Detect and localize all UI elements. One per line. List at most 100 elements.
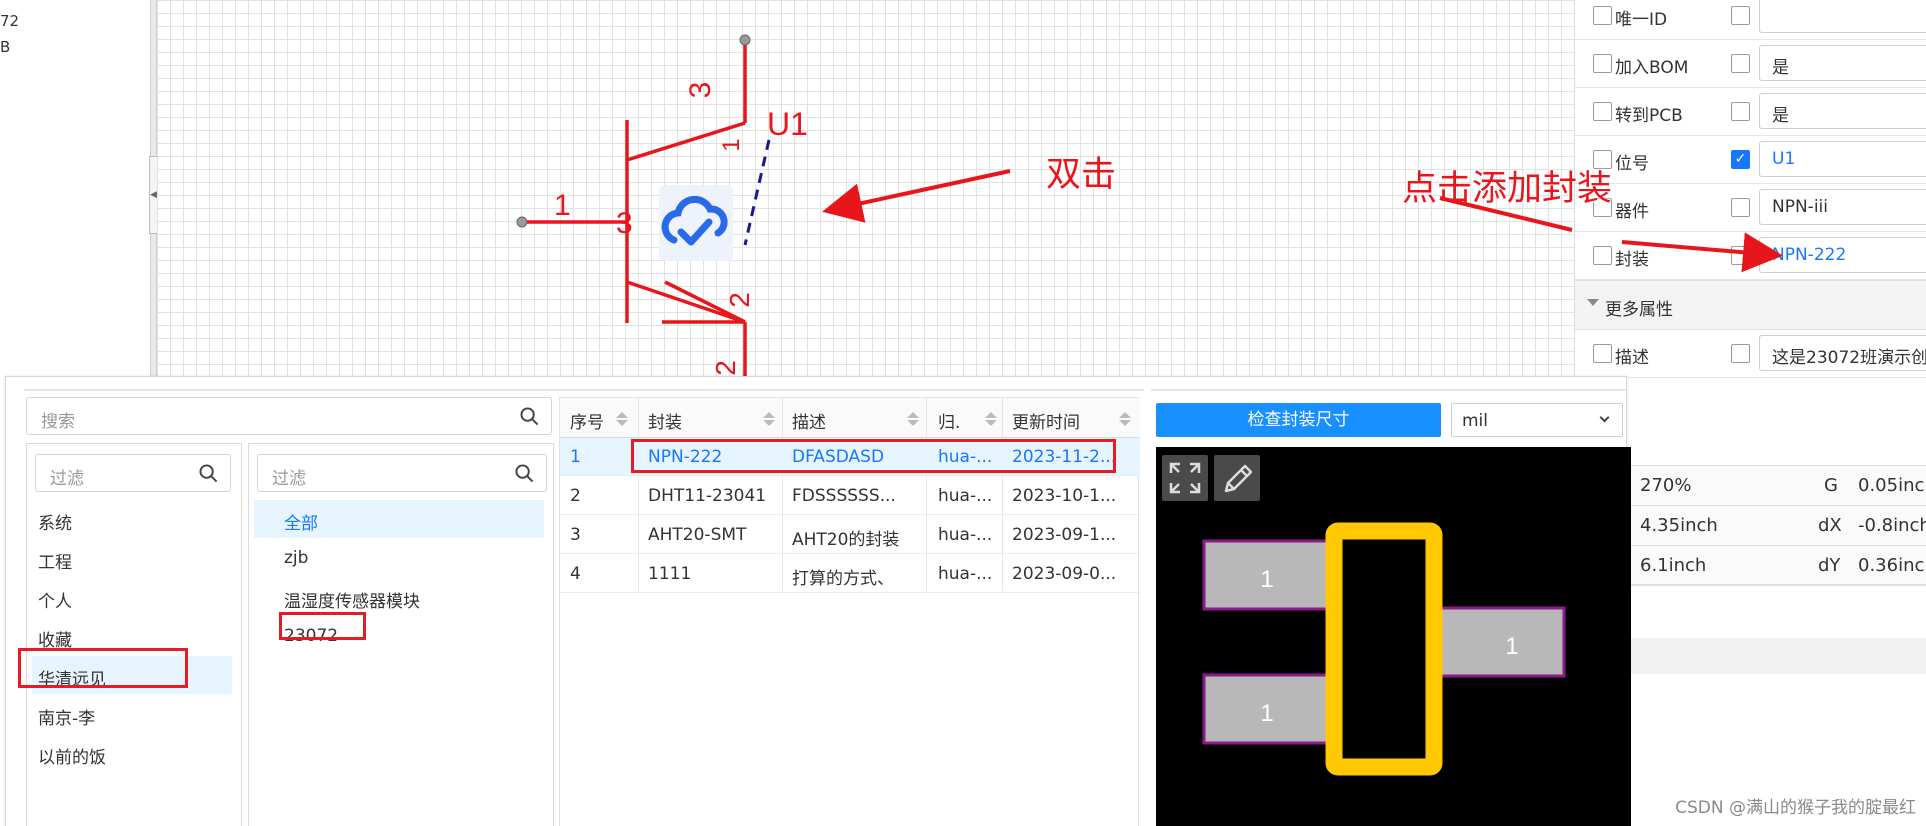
annotation-double-click: 双击 — [1046, 155, 1117, 195]
search-icon[interactable] — [199, 464, 218, 483]
status-y-value: 6.1inch — [1640, 555, 1707, 576]
prop-value-footprint[interactable]: NPN-222 — [1759, 237, 1926, 273]
cell-owner: hua-... — [938, 486, 993, 506]
prop-value-unique-id[interactable] — [1759, 0, 1926, 33]
prop-value-designator[interactable]: U1 — [1759, 141, 1926, 177]
category-item[interactable]: 南京-李 — [32, 695, 232, 733]
cell-description: FDSSSSSS... — [792, 486, 896, 506]
prop-checkbox-to-pcb[interactable] — [1593, 102, 1612, 121]
cell-updated: 2023-09-0... — [1012, 564, 1117, 584]
column-header-index[interactable]: 序号 — [570, 408, 604, 433]
pin-number-bottom: 2 — [710, 360, 741, 376]
prop-label-device: 器件 — [1615, 202, 1649, 222]
table-row[interactable]: 4 1111 打算的方式、 hua-... 2023-09-0... — [560, 555, 1140, 593]
prop-visible-checkbox-description[interactable] — [1731, 344, 1750, 363]
status-x-value: 4.35inch — [1640, 515, 1718, 536]
search-placeholder: 搜索 — [41, 412, 75, 432]
filter-placeholder: 过滤 — [50, 469, 84, 489]
prop-checkbox-footprint[interactable] — [1593, 246, 1612, 265]
column-header-owner[interactable]: 归. — [938, 408, 960, 433]
prop-checkbox-unique-id[interactable] — [1593, 6, 1612, 25]
prop-label-description: 描述 — [1615, 348, 1649, 368]
prop-value-to-pcb[interactable]: 是 — [1759, 93, 1926, 129]
sort-icon[interactable] — [984, 411, 998, 427]
sort-icon[interactable] — [615, 411, 629, 427]
prop-row-footprint: 封装 NPN-222 — [1575, 232, 1926, 280]
pin-number-emitter: 2 — [724, 292, 755, 308]
search-input[interactable]: 搜索 — [26, 397, 552, 435]
prop-visible-checkbox-device[interactable] — [1731, 198, 1750, 217]
cell-index: 3 — [570, 525, 581, 545]
status-key: dX — [1818, 515, 1842, 536]
sort-icon[interactable] — [762, 411, 776, 427]
prop-row-description: 描述 这是23072班演示创 — [1575, 330, 1926, 378]
cloud-sync-icon — [659, 185, 733, 261]
search-icon[interactable] — [520, 407, 539, 426]
footprint-drawing: 1 1 1 — [1202, 522, 1566, 776]
filter-placeholder: 过滤 — [272, 469, 306, 489]
prop-visible-checkbox-footprint[interactable] — [1731, 246, 1750, 265]
prop-label-to-pcb: 转到PCB — [1615, 106, 1683, 126]
prop-checkbox-description[interactable] — [1593, 344, 1612, 363]
pencil-icon[interactable] — [1214, 455, 1260, 501]
cell-updated: 2023-10-1... — [1012, 486, 1117, 506]
category-item[interactable]: 工程 — [32, 539, 232, 577]
prop-label-footprint: 封装 — [1615, 250, 1649, 270]
cell-updated: 2023-09-1... — [1012, 525, 1117, 545]
pin-number-top: 3 — [684, 82, 717, 99]
library-filter-input[interactable]: 过滤 — [257, 454, 547, 492]
unit-select-value: mil — [1462, 411, 1489, 431]
status-zoom-value: 270% — [1640, 475, 1692, 496]
prop-visible-checkbox-unique-id[interactable] — [1731, 6, 1750, 25]
pad-number: 1 — [1260, 566, 1273, 593]
table-row[interactable]: 2 DHT11-23041 FDSSSSSS... hua-... 2023-1… — [560, 477, 1140, 515]
category-item[interactable]: 以前的饭 — [32, 734, 232, 772]
pad-number: 1 — [1260, 700, 1273, 727]
sort-icon[interactable] — [906, 411, 920, 427]
table-row[interactable]: 3 AHT20-SMT AHT20的封装 hua-... 2023-09-1..… — [560, 516, 1140, 554]
column-header-description[interactable]: 描述 — [792, 408, 826, 433]
category-item[interactable]: 系统 — [32, 500, 232, 538]
status-key: G — [1824, 475, 1838, 496]
prop-value-description[interactable]: 这是23072班演示创 — [1759, 335, 1926, 371]
fullscreen-icon[interactable] — [1162, 455, 1208, 501]
prop-row-designator: 位号 ✓ U1 — [1575, 136, 1926, 184]
check-icon[interactable]: ✓ — [1731, 150, 1750, 169]
prop-visible-checkbox-to-pcb[interactable] — [1731, 102, 1750, 121]
category-filter-input[interactable]: 过滤 — [35, 454, 231, 492]
chevron-down-icon — [1599, 412, 1610, 423]
check-footprint-size-button[interactable]: 检查封装尺寸 — [1156, 403, 1441, 437]
left-panel-text-1: 72 — [0, 12, 20, 30]
prop-checkbox-bom[interactable] — [1593, 54, 1612, 73]
pin-number-left: 1 — [554, 189, 571, 222]
pin-endpoint-top[interactable] — [739, 34, 751, 46]
pin-endpoint-left[interactable] — [516, 216, 528, 228]
prop-visible-checkbox-bom[interactable] — [1731, 54, 1750, 73]
annotation-add-footprint: 点击添加封装 — [1402, 169, 1613, 209]
library-item-selected[interactable]: 全部 — [254, 500, 544, 538]
cell-footprint: 1111 — [648, 564, 692, 584]
highlight-box-library — [279, 612, 366, 640]
sort-icon[interactable] — [1118, 411, 1132, 427]
pad-number: 1 — [1505, 633, 1518, 660]
cell-index: 4 — [570, 564, 581, 584]
prop-row-unique-id: 唯一ID — [1575, 0, 1926, 40]
prop-value-bom[interactable]: 是 — [1759, 45, 1926, 81]
prop-value-device[interactable]: NPN-iii — [1759, 189, 1926, 225]
library-item[interactable]: 温湿度传感器模块 — [254, 578, 544, 616]
table-header: 序号 封装 描述 归. 更新时间 — [560, 398, 1140, 438]
search-icon[interactable] — [515, 464, 534, 483]
cell-footprint: AHT20-SMT — [648, 525, 747, 545]
footprint-preview[interactable]: 1 1 1 — [1156, 447, 1631, 826]
library-item[interactable]: zjb — [254, 539, 544, 577]
category-item[interactable]: 个人 — [32, 578, 232, 616]
prop-row-device: 器件 NPN-iii — [1575, 184, 1926, 232]
column-header-updated[interactable]: 更新时间 — [1012, 408, 1080, 433]
column-header-footprint[interactable]: 封装 — [648, 408, 682, 433]
cell-description: AHT20的封装 — [792, 530, 900, 550]
unit-select[interactable]: mil — [1451, 403, 1623, 437]
schematic-canvas[interactable]: 3 1 U1 1 3 2 2 — [157, 0, 1574, 378]
silkscreen-outline — [1325, 522, 1443, 776]
more-properties-section[interactable]: 更多属性 — [1575, 280, 1926, 330]
prop-row-to-pcb: 转到PCB 是 — [1575, 88, 1926, 136]
